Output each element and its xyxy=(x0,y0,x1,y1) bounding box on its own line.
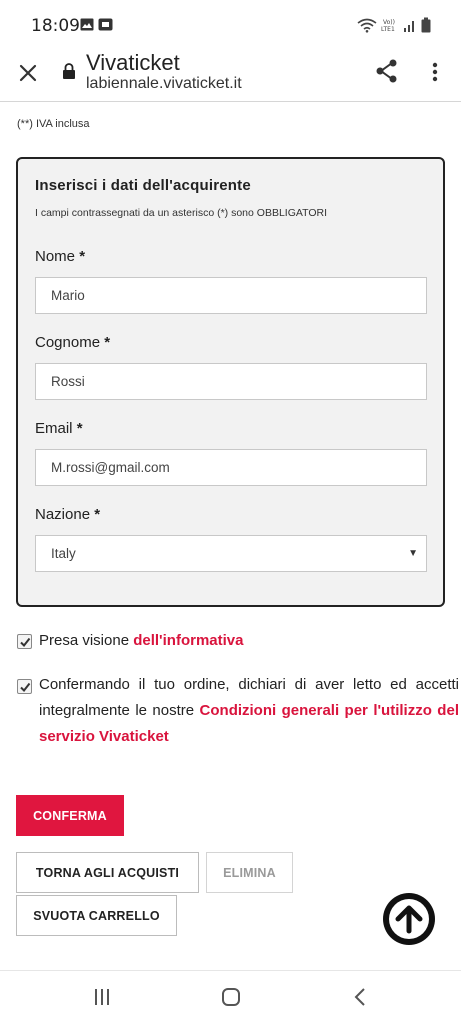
status-time: 18:09 xyxy=(31,16,80,36)
required-note: I campi contrassegnati da un asterisco (… xyxy=(35,207,327,219)
home-icon[interactable] xyxy=(221,987,241,1007)
share-icon[interactable] xyxy=(375,58,399,84)
terms-consent: Confermando il tuo ordine, dichiari di a… xyxy=(17,672,459,752)
nome-input[interactable]: Mario xyxy=(35,277,427,314)
battery-icon xyxy=(421,17,431,33)
browser-toolbar: Vivaticket labiennale.vivaticket.it xyxy=(0,50,461,102)
sim-icon xyxy=(98,18,113,31)
image-icon xyxy=(80,18,94,31)
cognome-input[interactable]: Rossi xyxy=(35,363,427,400)
system-nav-bar xyxy=(0,970,461,1024)
confirm-button[interactable]: CONFERMA xyxy=(16,795,124,836)
dropdown-arrow-icon: ▼ xyxy=(408,548,418,559)
terms-checkbox[interactable] xyxy=(17,679,32,694)
nome-label-text: Nome xyxy=(35,248,76,265)
required-mark: * xyxy=(79,248,86,265)
back-to-shop-button[interactable]: TORNA AGLI ACQUISTI xyxy=(16,852,199,893)
checkmark-icon xyxy=(20,637,31,648)
email-label-text: Email xyxy=(35,420,73,437)
status-icons: Vo)) LTE1 xyxy=(357,16,431,34)
lock-icon xyxy=(63,63,75,79)
email-value: M.rossi@gmail.com xyxy=(51,460,170,475)
privacy-label: Presa visione xyxy=(39,632,134,649)
nome-label: Nome * xyxy=(35,248,85,265)
privacy-text: Presa visione dell'informativa xyxy=(39,628,459,654)
signal-icon xyxy=(404,21,414,32)
scroll-to-top-icon[interactable] xyxy=(381,891,437,947)
nazione-select[interactable]: Italy ▼ xyxy=(35,535,427,572)
privacy-link[interactable]: dell'informativa xyxy=(133,632,243,649)
empty-cart-button[interactable]: SVUOTA CARRELLO xyxy=(16,895,177,936)
required-mark: * xyxy=(104,334,111,351)
nome-value: Mario xyxy=(51,288,85,303)
panel-title: Inserisci i dati dell'acquirente xyxy=(35,177,251,194)
privacy-consent: Presa visione dell'informativa xyxy=(17,628,447,654)
cognome-value: Rossi xyxy=(51,374,85,389)
close-icon[interactable] xyxy=(15,60,41,86)
more-vert-icon[interactable] xyxy=(427,60,443,84)
status-bar: 18:09 Vo)) LTE1 xyxy=(0,0,461,50)
cognome-label: Cognome * xyxy=(35,334,110,351)
privacy-checkbox[interactable] xyxy=(17,634,32,649)
site-title: Vivaticket xyxy=(86,50,180,75)
delete-button[interactable]: ELIMINA xyxy=(206,852,293,893)
site-url[interactable]: labiennale.vivaticket.it xyxy=(86,75,242,93)
nazione-label-text: Nazione xyxy=(35,506,91,523)
svg-text:LTE1: LTE1 xyxy=(381,26,395,33)
email-input[interactable]: M.rossi@gmail.com xyxy=(35,449,427,486)
email-label: Email * xyxy=(35,420,83,437)
checkmark-icon xyxy=(20,682,31,693)
buyer-form-panel: Inserisci i dati dell'acquirente I campi… xyxy=(16,157,445,607)
required-mark: * xyxy=(94,506,101,523)
iva-note: (**) IVA inclusa xyxy=(17,118,90,130)
cognome-label-text: Cognome xyxy=(35,334,101,351)
wifi-icon xyxy=(357,18,377,33)
volte-icon: Vo)) LTE1 xyxy=(381,19,395,33)
back-icon[interactable] xyxy=(352,987,368,1007)
nazione-label: Nazione * xyxy=(35,506,100,523)
terms-text: Confermando il tuo ordine, dichiari di a… xyxy=(39,672,459,750)
required-mark: * xyxy=(76,420,83,437)
recent-apps-icon[interactable] xyxy=(93,988,111,1006)
nazione-value: Italy xyxy=(51,546,76,561)
svg-text:Vo)): Vo)) xyxy=(383,19,395,26)
